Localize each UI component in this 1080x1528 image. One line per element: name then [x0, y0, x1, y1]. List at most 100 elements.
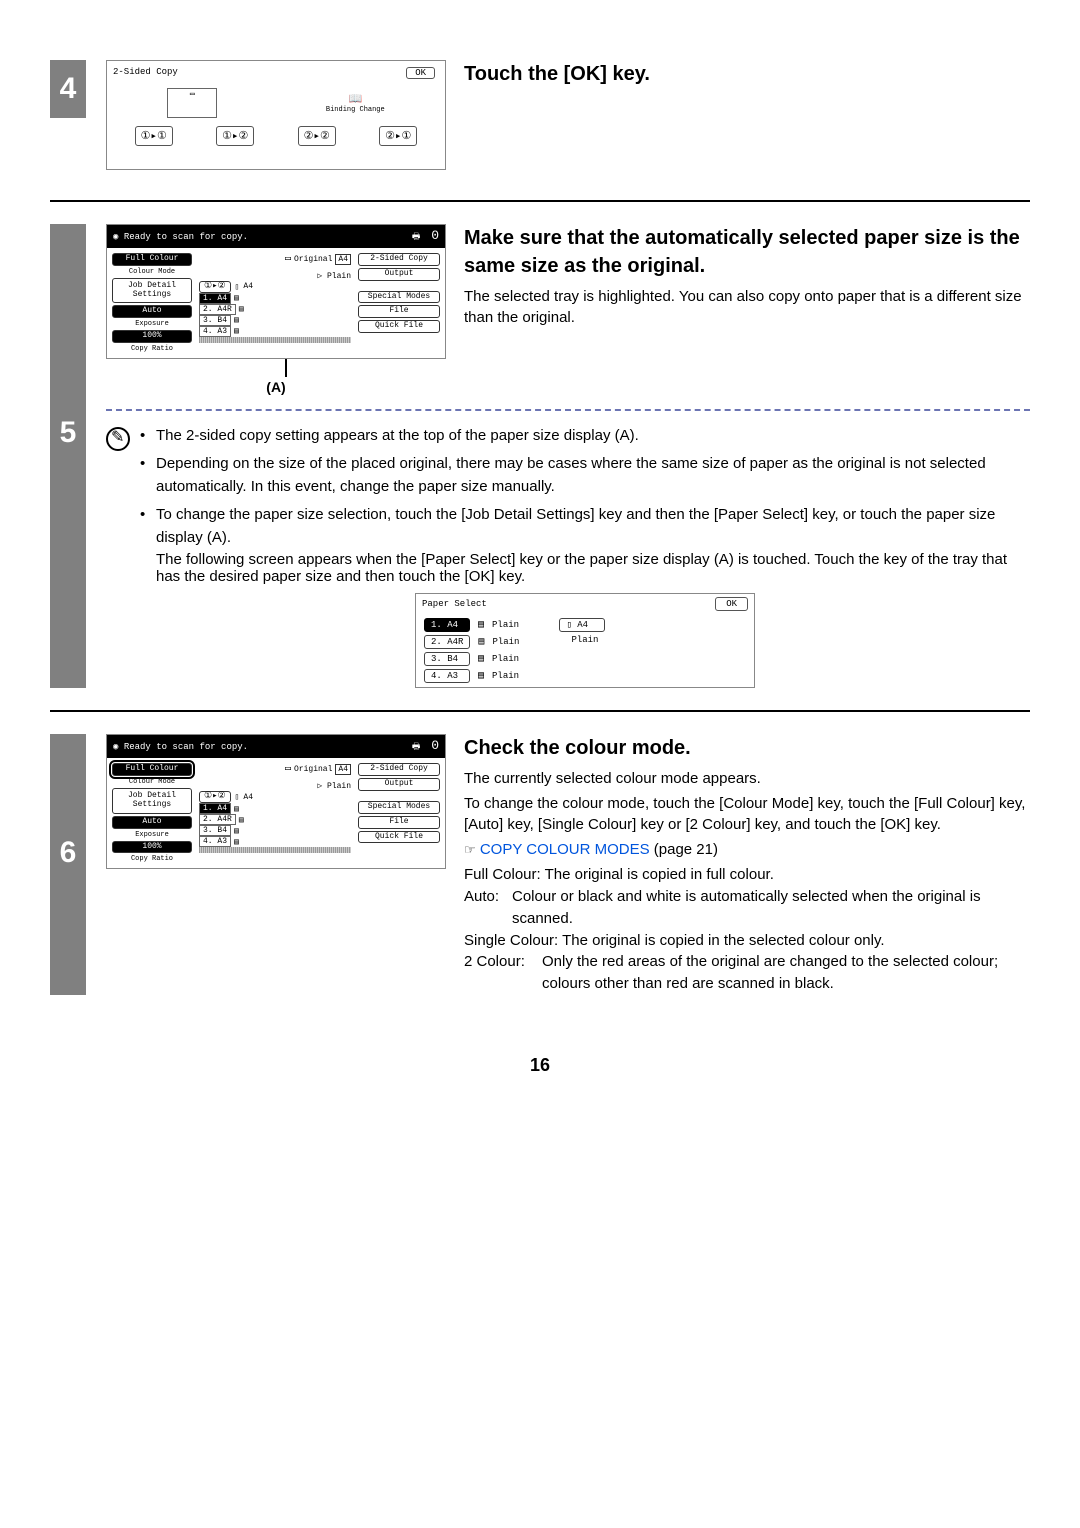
job-detail-button[interactable]: Job Detail Settings — [112, 278, 192, 304]
tray-2[interactable]: 2. A4R — [199, 304, 236, 315]
step-4: 4 2-Sided Copy OK ▭ 📖 Binding Change ①▸①… — [50, 60, 1030, 170]
ps-row-1[interactable]: 1. A4 — [424, 618, 470, 632]
lcd-status: Ready to scan for copy. — [124, 742, 248, 752]
ps-row-2[interactable]: 2. A4R — [424, 635, 470, 649]
step-6-number: 6 — [50, 824, 86, 882]
section-divider — [50, 200, 1030, 202]
opt-2-2[interactable]: ②▸② — [298, 126, 336, 146]
print-icon: 🖶 — [412, 232, 421, 242]
full-colour-button[interactable]: Full Colour — [112, 763, 192, 776]
paper-size: A4 — [243, 793, 253, 802]
doc-icon: ▭ — [285, 253, 291, 265]
opt-1-2[interactable]: ①▸② — [216, 126, 254, 146]
tray-icon: ▯ — [235, 792, 240, 802]
doc-icon: ▭ — [285, 763, 291, 775]
tray-3[interactable]: 3. B4 — [199, 315, 231, 326]
copy-colour-modes-link[interactable]: COPY COLOUR MODES — [480, 841, 650, 858]
label-A: (A) — [106, 379, 446, 395]
file-button[interactable]: File — [358, 816, 440, 829]
step-number-column: 5 — [50, 224, 86, 688]
copy-ratio-label: Copy Ratio — [112, 855, 192, 863]
step-5-number: 5 — [50, 404, 86, 462]
two-sided-copy-button[interactable]: 2-Sided Copy — [358, 763, 440, 776]
quick-file-button[interactable]: Quick File — [358, 320, 440, 333]
paper-select-lcd: Paper Select OK 1. A4▤Plain 2. A4R▤Plain… — [415, 593, 755, 688]
original-size: A4 — [335, 764, 351, 775]
bullet-2: Depending on the size of the placed orig… — [140, 453, 1030, 498]
def-auto-label: Auto: — [464, 886, 512, 930]
twosided-icon[interactable]: ①▸② — [199, 791, 231, 803]
tray-4[interactable]: 4. A3 — [199, 326, 231, 337]
ps-side-type: Plain — [571, 635, 598, 645]
step-5: 5 ◉ Ready to scan for copy. 🖶 0 Full Col… — [50, 224, 1030, 688]
def-auto-text: Colour or black and white is automatical… — [512, 886, 1030, 930]
colour-mode-label: Colour Mode — [112, 778, 192, 786]
status-icon: ◉ — [113, 742, 118, 752]
lcd-status: Ready to scan for copy. — [124, 232, 248, 242]
step-6-lcd: ◉ Ready to scan for copy. 🖶 0 Full Colou… — [106, 734, 446, 869]
tray-3[interactable]: 3. B4 — [199, 825, 231, 836]
auto-button[interactable]: Auto — [112, 816, 192, 829]
def-2colour-label: 2 Colour: — [464, 951, 542, 995]
counter: 0 — [431, 738, 439, 753]
output-button[interactable]: Output — [358, 778, 440, 791]
job-detail-button[interactable]: Job Detail Settings — [112, 788, 192, 814]
ps-row-3[interactable]: 3. B4 — [424, 652, 470, 666]
file-button[interactable]: File — [358, 305, 440, 318]
binding-change[interactable]: 📖 Binding Change — [326, 92, 385, 114]
step-number-column: 4 — [50, 60, 86, 170]
tray-4[interactable]: 4. A3 — [199, 836, 231, 847]
pointer-icon: ☞ — [464, 842, 476, 857]
ratio-button[interactable]: 100% — [112, 841, 192, 854]
paper-select-ok-button[interactable]: OK — [715, 597, 748, 611]
def-full-colour: Full Colour: The original is copied in f… — [464, 864, 1030, 886]
tray-1[interactable]: 1. A4 — [199, 803, 231, 814]
page-number: 16 — [50, 1055, 1030, 1076]
bullet-3: To change the paper size selection, touc… — [140, 504, 1030, 549]
ratio-button[interactable]: 100% — [112, 330, 192, 343]
step-5-desc: The selected tray is highlighted. You ca… — [464, 286, 1030, 328]
ok-button[interactable]: OK — [406, 67, 435, 79]
two-sided-copy-button[interactable]: 2-Sided Copy — [358, 253, 440, 266]
exposure-label: Exposure — [112, 320, 192, 328]
printer-icon: ▭ — [167, 88, 217, 118]
ps-row-4[interactable]: 4. A3 — [424, 669, 470, 683]
note-icon — [106, 427, 130, 451]
copy-ratio-label: Copy Ratio — [112, 345, 192, 353]
paper-type: Plain — [327, 272, 351, 281]
full-colour-button[interactable]: Full Colour — [112, 253, 192, 266]
exposure-label: Exposure — [112, 831, 192, 839]
step-6-text: Check the colour mode. The currently sel… — [464, 734, 1030, 995]
special-modes-button[interactable]: Special Modes — [358, 291, 440, 304]
ps-side-size[interactable]: ▯ A4 — [559, 618, 605, 632]
tray-1[interactable]: 1. A4 — [199, 293, 231, 304]
twosided-icon[interactable]: ①▸② — [199, 281, 231, 293]
step-6: 6 ◉ Ready to scan for copy. 🖶 0 Full Col… — [50, 734, 1030, 995]
step-4-lcd: 2-Sided Copy OK ▭ 📖 Binding Change ①▸① ①… — [106, 60, 446, 170]
section-divider — [50, 710, 1030, 712]
original-label: Original — [294, 765, 332, 774]
twosided-options: ①▸① ①▸② ②▸② ②▸① — [113, 126, 439, 146]
def-single-colour: Single Colour: The original is copied in… — [464, 930, 1030, 952]
paper-type: Plain — [327, 782, 351, 791]
dashed-divider — [106, 409, 1030, 411]
bullet-1: The 2-sided copy setting appears at the … — [140, 425, 1030, 448]
step-6-p1: The currently selected colour mode appea… — [464, 768, 1030, 789]
special-modes-button[interactable]: Special Modes — [358, 801, 440, 814]
opt-1-1[interactable]: ①▸① — [135, 126, 173, 146]
step-5-body: ◉ Ready to scan for copy. 🖶 0 Full Colou… — [86, 224, 1030, 688]
auto-button[interactable]: Auto — [112, 305, 192, 318]
step-number-column: 6 — [50, 734, 86, 995]
tray-icon: ▯ — [235, 282, 240, 292]
output-button[interactable]: Output — [358, 268, 440, 281]
quick-file-button[interactable]: Quick File — [358, 831, 440, 844]
tray-2[interactable]: 2. A4R — [199, 814, 236, 825]
step-4-text: Touch the [OK] key. — [464, 60, 650, 94]
opt-2-1[interactable]: ②▸① — [379, 126, 417, 146]
link-line: ☞ COPY COLOUR MODES (page 21) — [464, 839, 1030, 860]
step-5-text: Make sure that the automatically selecte… — [464, 224, 1030, 332]
colour-mode-label: Colour Mode — [112, 268, 192, 276]
step-6-content: ◉ Ready to scan for copy. 🖶 0 Full Colou… — [86, 734, 1030, 995]
note-block: The 2-sided copy setting appears at the … — [106, 425, 1030, 689]
step-6-heading: Check the colour mode. — [464, 734, 1030, 762]
